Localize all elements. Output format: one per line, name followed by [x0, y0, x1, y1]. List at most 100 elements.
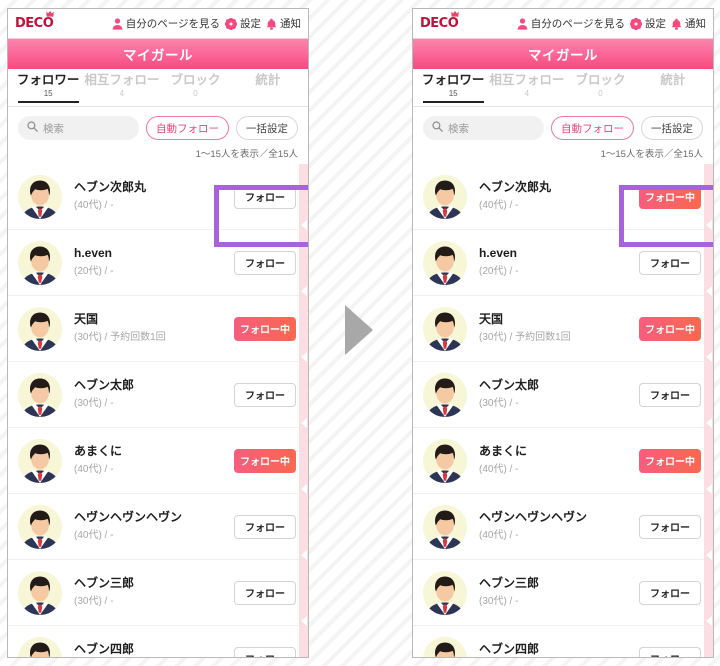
- auto-follow-button[interactable]: 自動フォロー: [551, 116, 634, 140]
- user-meta: (40代) / -: [74, 530, 114, 541]
- following-button[interactable]: フォロー中: [234, 316, 296, 341]
- user-meta: (30代) / 予約回数1回: [479, 332, 571, 343]
- avatar: [18, 240, 62, 285]
- list-item[interactable]: 天国 (30代) / 予約回数1回 フォロー中: [413, 296, 713, 362]
- result-count: 1〜15人を表示／全15人: [195, 149, 298, 160]
- list-item[interactable]: ヘブン次郎丸 (40代) / - フォロー: [8, 164, 308, 230]
- bulk-settings-button[interactable]: 一括設定: [641, 116, 703, 140]
- avatar: [18, 504, 62, 549]
- list-item[interactable]: h.even (20代) / - フォロー: [413, 230, 713, 296]
- tab-統計[interactable]: 統計: [232, 69, 304, 106]
- nav-item-person[interactable]: 自分のページを見る: [112, 16, 220, 31]
- phone-panel-after: DECO 自分のページを見る 設定 通知マイガール フォロワー 15 相互フォロー 4 ブロック…: [412, 8, 714, 658]
- tab-フォロワー[interactable]: フォロワー 15: [12, 69, 84, 106]
- user-name: ヘブン太郎: [479, 378, 540, 392]
- scroll-mark: [301, 352, 307, 362]
- following-button[interactable]: フォロー中: [639, 316, 701, 341]
- nav-item-person[interactable]: 自分のページを見る: [517, 16, 625, 31]
- auto-follow-button[interactable]: 自動フォロー: [146, 116, 229, 140]
- nav-item-bell[interactable]: 通知: [266, 16, 301, 31]
- deco-logo[interactable]: DECO: [15, 11, 55, 31]
- avatar: [18, 570, 62, 615]
- page-title: マイガール: [413, 39, 713, 69]
- follow-button[interactable]: フォロー: [639, 514, 701, 539]
- nav-item-gear-flower[interactable]: 設定: [630, 16, 666, 31]
- user-meta: (30代) / -: [74, 596, 114, 607]
- follow-button[interactable]: フォロー: [234, 580, 296, 605]
- list-item[interactable]: 天国 (30代) / 予約回数1回 フォロー中: [8, 296, 308, 362]
- scrollbar[interactable]: [299, 164, 308, 657]
- list-item[interactable]: ヘヴンヘヴンヘヴン (40代) / - フォロー: [413, 494, 713, 560]
- user-name: 天国: [74, 312, 99, 326]
- follow-button[interactable]: フォロー: [639, 580, 701, 605]
- follow-button[interactable]: フォロー: [639, 646, 701, 657]
- tab-ブロック[interactable]: ブロック 0: [564, 69, 636, 106]
- scroll-mark: [706, 418, 712, 428]
- follow-button[interactable]: フォロー: [234, 250, 296, 275]
- list-item[interactable]: ヘブン四郎(30代) / -フォロー: [413, 626, 713, 657]
- list-item[interactable]: あまくに (40代) / - フォロー中: [8, 428, 308, 494]
- nav-item-gear-flower[interactable]: 設定: [225, 16, 261, 31]
- person-icon: [517, 17, 528, 30]
- top-navigation: DECO 自分のページを見る 設定 通知: [413, 9, 713, 39]
- tab-ブロック[interactable]: ブロック 0: [159, 69, 231, 106]
- user-info: ヘブン三郎 (30代) / -: [479, 575, 639, 610]
- follower-list-wrap: ヘブン次郎丸 (40代) / - フォロー h.even (20代) / - フォロー 天国…: [8, 164, 308, 657]
- scroll-mark: [301, 220, 307, 230]
- tab-統計[interactable]: 統計: [637, 69, 709, 106]
- user-meta: (40代) / -: [479, 200, 519, 211]
- list-item[interactable]: ヘブン太郎 (30代) / - フォロー: [8, 362, 308, 428]
- phone-panel-before: DECO 自分のページを見る 設定 通知 マイガール フォロワー 15 相互フォロー 4 ブロック…: [7, 8, 309, 658]
- follow-button[interactable]: フォロー: [234, 382, 296, 407]
- tab-label: 相互フォロー: [489, 73, 565, 87]
- user-info: h.even (20代) / -: [74, 245, 234, 280]
- user-name: h.even: [479, 246, 518, 260]
- user-info: ヘブン四郎(30代) / -: [74, 641, 234, 657]
- scroll-mark: [301, 550, 307, 560]
- follow-button[interactable]: フォロー: [639, 382, 701, 407]
- avatar: [18, 174, 62, 219]
- avatar: [18, 306, 62, 351]
- follower-list: ヘブン次郎丸 (40代) / - フォロー中 h.even (20代) / - フォロー天…: [413, 164, 713, 657]
- list-item[interactable]: h.even (20代) / - フォロー: [8, 230, 308, 296]
- search-input[interactable]: 検索: [18, 116, 139, 140]
- search-icon: [27, 119, 38, 137]
- user-info: ヘブン四郎(30代) / -: [479, 641, 639, 657]
- list-item[interactable]: ヘブン三郎 (30代) / - フォロー: [413, 560, 713, 626]
- top-nav-actions: 自分のページを見る 設定 通知: [517, 16, 706, 31]
- list-item[interactable]: ヘブン太郎 (30代) / - フォロー: [413, 362, 713, 428]
- list-item[interactable]: ヘブン四郎(30代) / -フォロー: [8, 626, 308, 657]
- nav-item-bell[interactable]: 通知: [671, 16, 706, 31]
- follow-button[interactable]: フォロー: [234, 184, 296, 209]
- avatar: [423, 636, 467, 657]
- bulk-settings-button[interactable]: 一括設定: [236, 116, 298, 140]
- follow-button[interactable]: フォロー: [234, 514, 296, 539]
- top-nav-actions: 自分のページを見る 設定 通知: [112, 16, 301, 31]
- user-meta: (30代) / -: [74, 398, 114, 409]
- tab-相互フォロー[interactable]: 相互フォロー 4: [489, 69, 564, 106]
- scrollbar[interactable]: [704, 164, 713, 657]
- avatar: [423, 372, 467, 417]
- scroll-mark: [706, 484, 712, 494]
- user-meta: (40代) / -: [74, 200, 114, 211]
- list-item[interactable]: ヘヴンヘヴンヘヴン (40代) / - フォロー: [8, 494, 308, 560]
- nav-item-label: 通知: [280, 18, 301, 30]
- following-button[interactable]: フォロー中: [234, 448, 296, 473]
- deco-logo[interactable]: DECO: [420, 11, 460, 31]
- list-item[interactable]: あまくに (40代) / - フォロー中: [413, 428, 713, 494]
- list-item[interactable]: ヘブン三郎 (30代) / - フォロー: [8, 560, 308, 626]
- tab-フォロワー[interactable]: フォロワー 15: [417, 69, 489, 106]
- scroll-mark: [706, 286, 712, 296]
- list-item[interactable]: ヘブン次郎丸 (40代) / - フォロー中: [413, 164, 713, 230]
- following-button[interactable]: フォロー中: [639, 448, 701, 473]
- tab-count: 0: [193, 89, 198, 98]
- tab-相互フォロー[interactable]: 相互フォロー 4: [84, 69, 159, 106]
- search-icon: [432, 119, 443, 137]
- search-input[interactable]: 検索: [423, 116, 544, 140]
- user-name: ヘブン四郎: [479, 642, 540, 656]
- follow-button[interactable]: フォロー: [639, 250, 701, 275]
- following-button[interactable]: フォロー中: [639, 184, 701, 209]
- tab-bar: フォロワー 15 相互フォロー 4 ブロック 0 統計: [8, 69, 308, 107]
- follow-button[interactable]: フォロー: [234, 646, 296, 657]
- user-name: 天国: [479, 312, 504, 326]
